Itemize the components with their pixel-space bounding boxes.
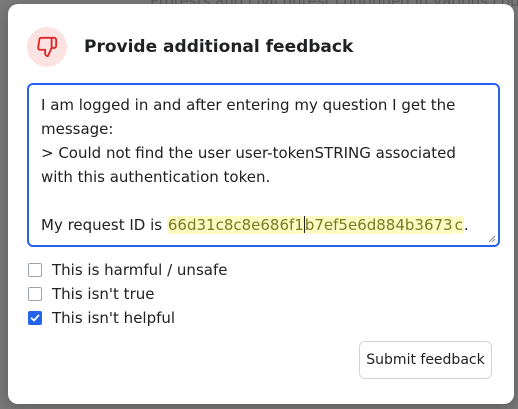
checkbox-not-true[interactable] (28, 287, 42, 301)
feedback-options: This is harmful / unsafe This isn't true… (28, 258, 227, 330)
modal-title: Provide additional feedback (84, 37, 354, 57)
request-id-tail: c (453, 216, 464, 234)
option-harmful-label: This is harmful / unsafe (52, 261, 228, 279)
checkbox-not-helpful[interactable] (28, 311, 42, 325)
request-suffix: . (463, 216, 469, 234)
option-not-helpful-label: This isn't helpful (52, 309, 176, 327)
option-harmful[interactable]: This is harmful / unsafe (28, 258, 227, 282)
option-not-true[interactable]: This isn't true (28, 282, 227, 306)
request-id-part2: b7ef5e6d884b3673 (304, 216, 453, 234)
feedback-modal: Provide additional feedback I am logged … (8, 4, 514, 404)
option-not-helpful[interactable]: This isn't helpful (28, 306, 227, 330)
thumbs-down-icon (27, 27, 67, 67)
resize-handle-icon[interactable] (488, 235, 496, 243)
feedback-textarea[interactable]: I am logged in and after entering my que… (27, 83, 500, 247)
request-prefix: My request ID is (41, 216, 167, 234)
option-not-true-label: This isn't true (52, 285, 155, 303)
request-id-highlight: 66d31c8c8e686f1b7ef5e6d884b3673 (166, 216, 454, 234)
feedback-line-2: > Could not find the user user-tokenSTRI… (41, 144, 461, 186)
checkmark-icon (30, 314, 40, 322)
request-id-part1: 66d31c8c8e686f1 (167, 216, 304, 234)
feedback-line-1: I am logged in and after entering my que… (41, 96, 461, 138)
checkbox-harmful[interactable] (28, 263, 42, 277)
submit-feedback-button[interactable]: Submit feedback (359, 341, 492, 379)
